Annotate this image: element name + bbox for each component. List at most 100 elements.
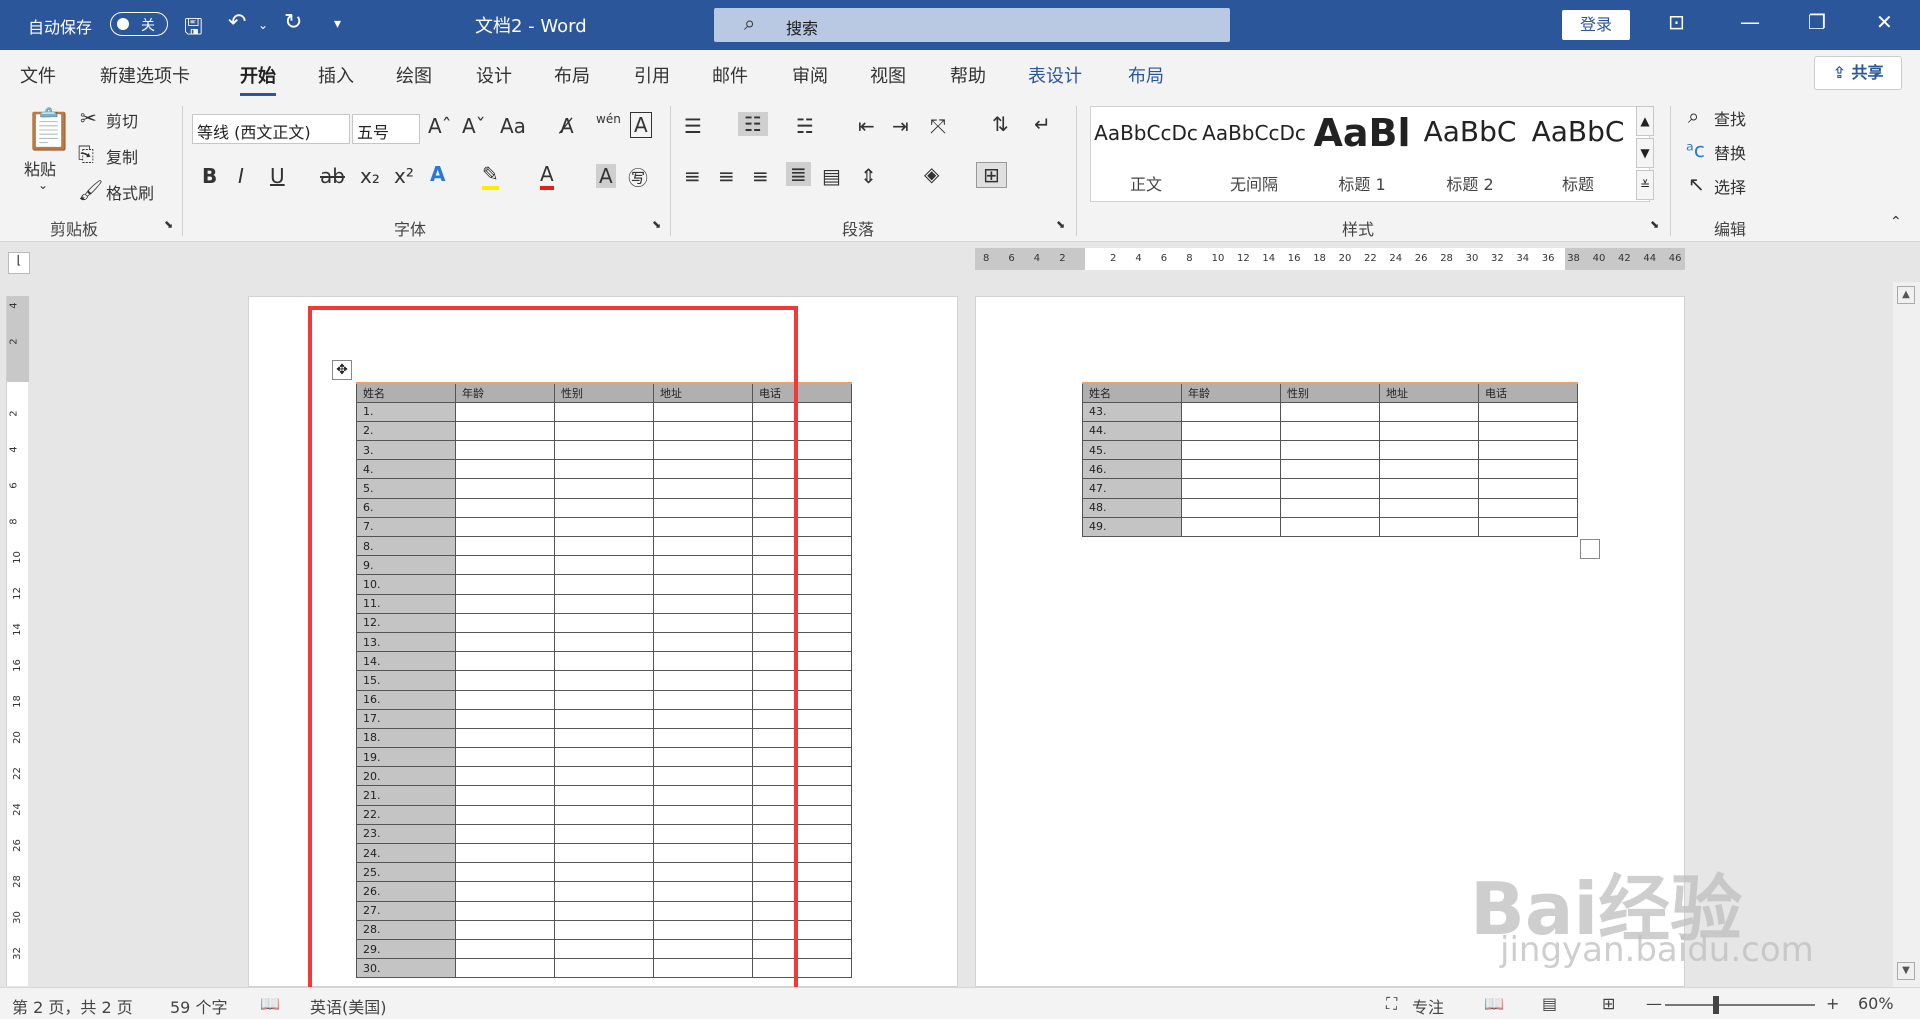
paste-icon[interactable]: 📋 (24, 106, 74, 153)
character-shading-icon[interactable]: A (596, 164, 616, 188)
table-cell[interactable] (1181, 420, 1281, 442)
vertical-ruler[interactable]: 4 2 2 4 6 8 10 12 14 16 18 20 22 24 26 28 30 32 (6, 296, 29, 986)
select-button[interactable]: 选择 (1714, 174, 1746, 198)
table-resize-handle[interactable] (1580, 539, 1600, 559)
table-cell[interactable] (1181, 478, 1281, 499)
cut-button[interactable]: 剪切 (106, 108, 138, 132)
table-cell[interactable] (1181, 440, 1281, 461)
text-effects-icon[interactable]: A (430, 162, 445, 186)
table-header-cell[interactable]: 姓名 (1082, 381, 1182, 403)
table-cell[interactable] (1280, 420, 1380, 442)
zoom-level[interactable]: 60% (1858, 994, 1894, 1013)
phonetic-guide-icon[interactable]: wén (596, 112, 621, 126)
read-mode-icon[interactable]: 📖 (1484, 994, 1504, 1013)
table-cell[interactable]: 45. (1082, 440, 1182, 461)
shrink-font-icon[interactable]: Aˇ (462, 114, 486, 138)
zoom-slider-thumb[interactable] (1713, 996, 1719, 1014)
find-button[interactable]: 查找 (1714, 106, 1746, 130)
styles-launcher-icon[interactable]: ⬊ (1650, 218, 1659, 231)
zoom-out-icon[interactable]: — (1646, 994, 1662, 1013)
styles-scroll-up-icon[interactable]: ▲ (1636, 106, 1654, 136)
focus-icon[interactable]: ⛶ (1386, 994, 1397, 1014)
paste-dropdown-icon[interactable]: ⌄ (38, 178, 48, 192)
tab-review[interactable]: 审阅 (792, 62, 828, 88)
line-spacing-icon[interactable]: ⇕ (860, 164, 877, 188)
table-cell[interactable] (1280, 478, 1380, 499)
table-cell[interactable] (1478, 459, 1578, 480)
tab-mailings[interactable]: 邮件 (712, 62, 748, 88)
table-cell[interactable] (1379, 420, 1479, 442)
font-color-icon[interactable]: A (540, 162, 554, 190)
table-cell[interactable] (1181, 459, 1281, 480)
collapse-ribbon-icon[interactable]: ⌃ (1890, 214, 1902, 230)
table-cell[interactable]: 46. (1082, 459, 1182, 480)
style-heading-1[interactable]: AaBl 标题 1 (1307, 107, 1417, 201)
style-title[interactable]: AaBbC 标题 (1523, 107, 1633, 201)
paragraph-launcher-icon[interactable]: ⬊ (1056, 218, 1065, 231)
tab-insert[interactable]: 插入 (318, 62, 354, 88)
search-input[interactable]: ⌕ 搜索 (714, 8, 1230, 42)
tab-selector-icon[interactable]: ⌊ (8, 252, 30, 274)
cut-icon[interactable]: ✂ (80, 106, 97, 130)
tab-design[interactable]: 设计 (476, 62, 512, 88)
table-cell[interactable] (1181, 497, 1281, 518)
table-header-cell[interactable]: 电话 (1478, 381, 1578, 403)
page-count[interactable]: 第 2 页，共 2 页 (12, 994, 133, 1018)
table-cell[interactable] (1379, 401, 1479, 422)
table-cell[interactable] (1379, 440, 1479, 461)
table-cell[interactable] (1478, 420, 1578, 442)
tab-help[interactable]: 帮助 (950, 62, 986, 88)
table-cell[interactable] (1478, 401, 1578, 422)
sort-icon[interactable]: ⇅ (992, 112, 1009, 136)
table-cell[interactable] (1280, 401, 1380, 422)
scroll-down-icon[interactable]: ▼ (1897, 962, 1915, 980)
font-launcher-icon[interactable]: ⬊ (652, 218, 661, 231)
table-cell[interactable] (1280, 459, 1380, 480)
replace-icon[interactable]: ᵃc (1686, 138, 1705, 162)
clipboard-launcher-icon[interactable]: ⬊ (164, 218, 173, 231)
save-icon[interactable]: 🖫 (184, 10, 203, 48)
select-icon[interactable]: ↖ (1688, 172, 1705, 196)
paste-button[interactable]: 粘贴 (24, 156, 56, 180)
minimize-icon[interactable]: — (1740, 10, 1760, 34)
login-button[interactable]: 登录 (1562, 10, 1630, 40)
table-cell[interactable] (1181, 516, 1281, 538)
format-painter-icon[interactable]: 🖌 (78, 178, 103, 202)
shading-icon[interactable]: ◈ (924, 162, 939, 186)
table-cell[interactable] (1478, 516, 1578, 538)
replace-button[interactable]: 替换 (1714, 140, 1746, 164)
justify-icon[interactable]: ≣ (786, 162, 811, 186)
change-case-icon[interactable]: Aa (500, 114, 526, 138)
zoom-in-icon[interactable]: + (1826, 994, 1839, 1013)
tab-home[interactable]: 开始 (240, 62, 276, 96)
table-header-cell[interactable]: 年龄 (1181, 381, 1281, 403)
font-size-select[interactable]: 五号 (352, 114, 420, 144)
increase-indent-icon[interactable]: ⇥ (892, 114, 909, 138)
align-center-icon[interactable]: ≡ (718, 164, 735, 188)
grow-font-icon[interactable]: Aˆ (428, 114, 452, 138)
tab-new[interactable]: 新建选项卡 (100, 62, 190, 88)
focus-button[interactable]: 专注 (1412, 994, 1444, 1018)
close-icon[interactable]: ✕ (1876, 10, 1893, 34)
table-cell[interactable] (1478, 478, 1578, 499)
web-layout-icon[interactable]: ⊞ (1602, 994, 1615, 1013)
enclose-characters-icon[interactable]: ㊢ (628, 162, 648, 191)
table-cell[interactable]: 47. (1082, 478, 1182, 499)
word-count[interactable]: 59 个字 (170, 994, 227, 1018)
table-cell[interactable]: 49. (1082, 516, 1182, 538)
decrease-indent-icon[interactable]: ⇤ (858, 114, 875, 138)
chinese-layout-icon[interactable]: ⤧ (930, 114, 946, 138)
distributed-icon[interactable]: ▤ (822, 164, 841, 188)
subscript-icon[interactable]: x₂ (360, 164, 380, 188)
table-cell[interactable] (1478, 440, 1578, 461)
find-icon[interactable]: ⌕ (1688, 104, 1699, 128)
table-cell[interactable] (1280, 497, 1380, 518)
copy-button[interactable]: 复制 (106, 144, 138, 168)
table-cell[interactable] (1280, 516, 1380, 538)
style-no-spacing[interactable]: AaBbCcDc 无间隔 (1199, 107, 1309, 201)
copy-icon[interactable]: ⎘ (78, 142, 94, 166)
align-right-icon[interactable]: ≡ (752, 164, 769, 188)
format-painter-button[interactable]: 格式刷 (106, 180, 154, 204)
borders-icon[interactable]: ⊞ (976, 162, 1007, 188)
table-cell[interactable] (1379, 478, 1479, 499)
